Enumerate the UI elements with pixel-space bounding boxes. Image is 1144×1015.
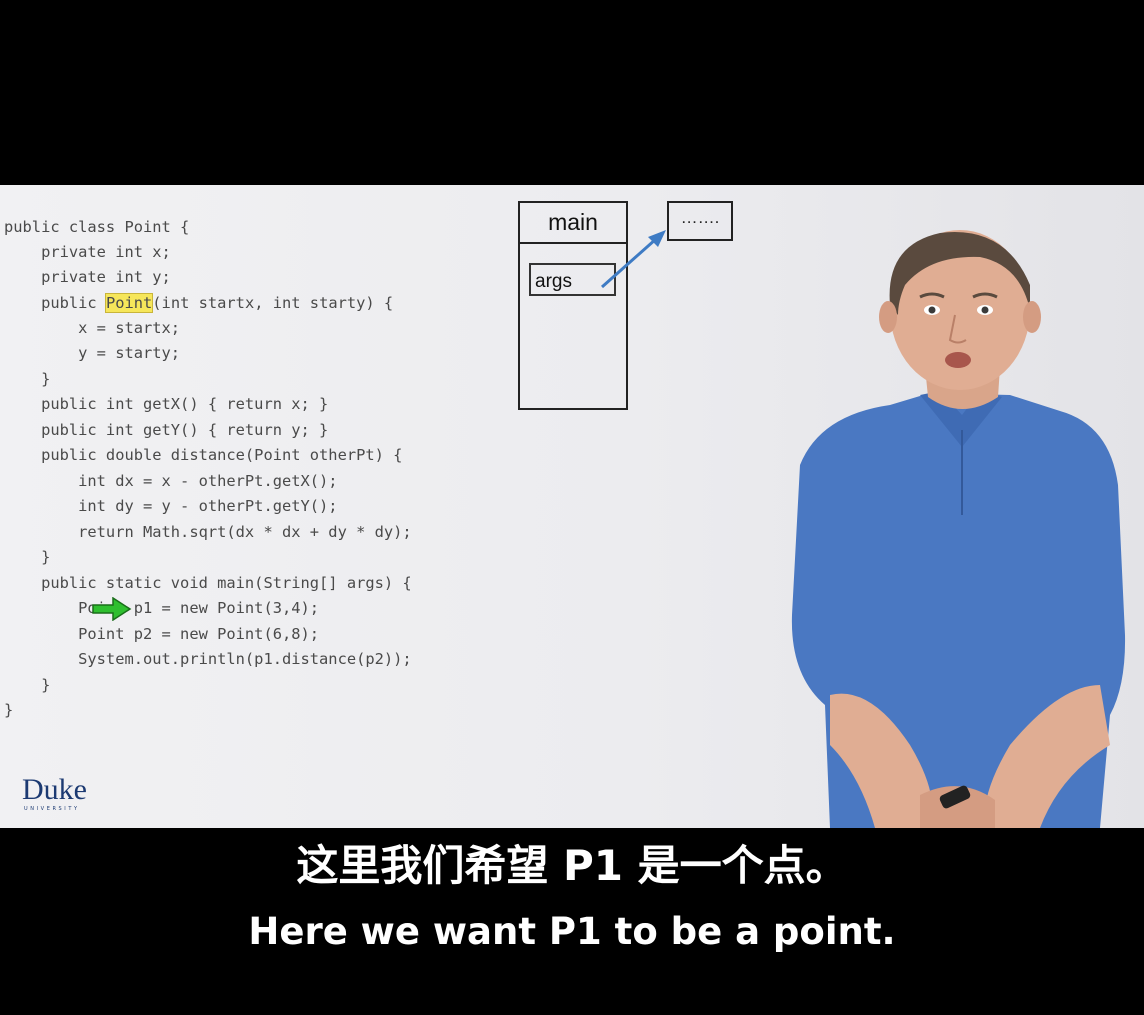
code-line: Point p2 = new Point(6,8); [4, 625, 320, 643]
code-line-constructor: public Point(int startx, int starty) { [4, 291, 393, 316]
code-line: public class Point { [4, 218, 190, 236]
code-line: System.out.println(p1.distance(p2)); [4, 650, 412, 668]
code-line-current: Point p1 = new Point(3,4); [4, 599, 320, 617]
current-line-arrow-icon [92, 597, 132, 621]
reference-arrow-icon [601, 230, 666, 289]
highlighted-token: Point [104, 293, 154, 313]
subtitle-chinese: 这里我们希望 P1 是一个点。 [296, 841, 848, 890]
code-line: private int x; [4, 243, 171, 261]
code-line: } [4, 370, 51, 388]
code-line: x = startx; [4, 319, 181, 337]
code-line: public int getY() { return y; } [4, 421, 329, 439]
code-suffix: (int startx, int starty) { [152, 294, 394, 312]
video-letterbox-top [0, 0, 1144, 185]
code-line: return Math.sqrt(dx * dx + dy * dy); [4, 523, 412, 541]
code-line: y = starty; [4, 344, 181, 362]
subtitle-english: Here we want P1 to be a point. [248, 910, 896, 953]
lecture-slide: public class Point { private int x; priv… [0, 185, 1144, 828]
code-line: public int getX() { return x; } [4, 395, 329, 413]
code-line: } [4, 676, 51, 694]
heap-object-box: ……. [667, 201, 733, 241]
logo-subtitle: UNIVERSITY [24, 806, 80, 812]
subtitle-bar: 这里我们希望 P1 是一个点。 Here we want P1 to be a … [0, 828, 1144, 1015]
logo-wordmark: Duke [22, 773, 87, 806]
code-line: } [4, 701, 14, 719]
code-line: } [4, 548, 51, 566]
code-line: public static void main(String[] args) { [4, 574, 412, 592]
duke-logo: Duke UNIVERSITY [22, 775, 112, 815]
code-line: private int y; [4, 268, 171, 286]
code-line: public double distance(Point otherPt) { [4, 446, 403, 464]
code-line: int dy = y - otherPt.getY(); [4, 497, 338, 515]
presenter-image [791, 230, 1126, 828]
code-line: int dx = x - otherPt.getX(); [4, 472, 338, 490]
code-prefix: public [4, 294, 106, 312]
